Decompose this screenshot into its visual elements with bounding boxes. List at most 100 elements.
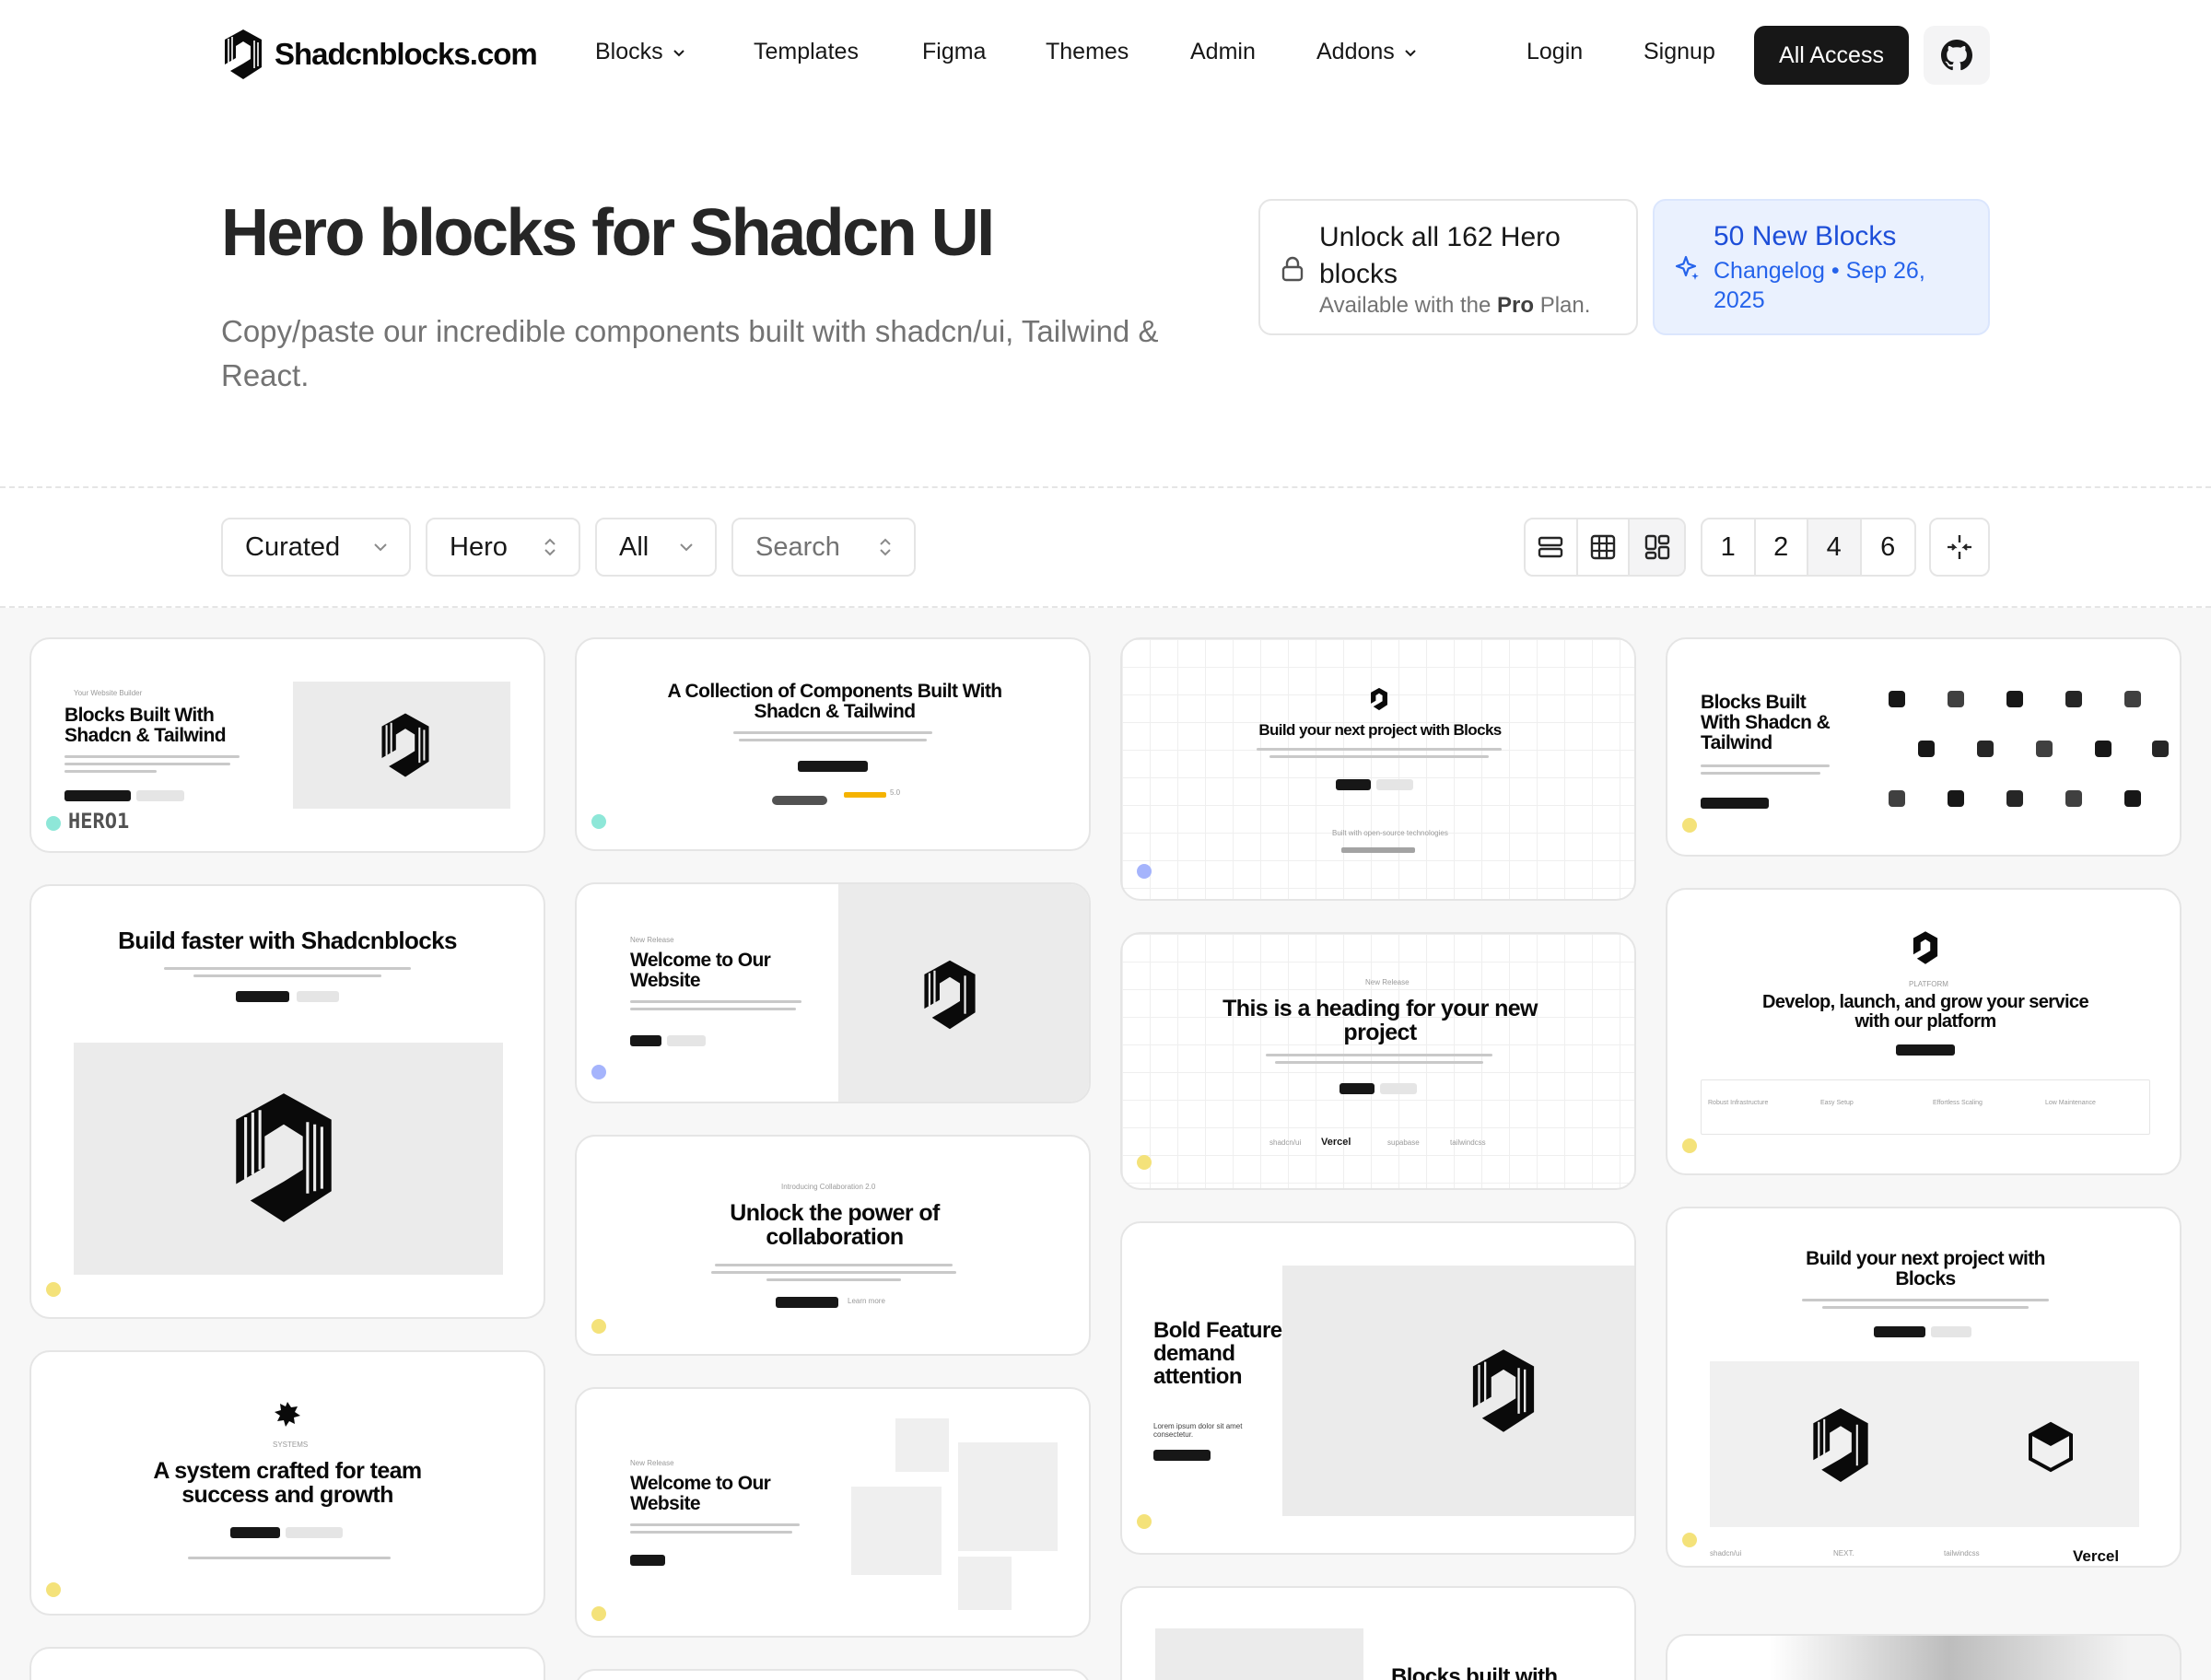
all-access-button[interactable]: All Access [1754, 26, 1909, 85]
logo-icon [924, 960, 976, 1030]
category-select[interactable]: Hero [426, 518, 580, 577]
card-secondary-button [1380, 1083, 1417, 1094]
block-card[interactable]: Blocks built with [1120, 1586, 1636, 1680]
unlock-pro-card[interactable]: Unlock all 162 Hero blocks Available wit… [1258, 199, 1638, 335]
type-select-value: All [619, 531, 649, 562]
card-heading: Welcome to Our Website [630, 950, 771, 992]
logo-icon [1472, 1349, 1535, 1432]
card-text-line [64, 763, 230, 765]
block-card[interactable]: PLATFORM Develop, launch, and grow your … [1666, 888, 2182, 1175]
layout-grid-button[interactable] [1578, 519, 1631, 575]
sort-select[interactable]: Curated [221, 518, 411, 577]
block-card[interactable]: SYSTEMS A system crafted for team succes… [29, 1350, 545, 1616]
block-card[interactable] [575, 1669, 1091, 1680]
card-heading: Build faster with Shadcnblocks [118, 927, 457, 954]
columns-6-button[interactable]: 6 [1862, 519, 1914, 575]
block-card[interactable]: Build your next project with Blocks Buil… [1120, 637, 1636, 901]
card-primary-button [630, 1555, 665, 1566]
status-dot [591, 814, 606, 829]
nav-admin-label: Admin [1190, 39, 1256, 64]
card-secondary-button [1376, 779, 1413, 790]
card-image-tile [851, 1487, 942, 1575]
new-blocks-title: 50 New Blocks [1714, 221, 1897, 251]
logo-text: Shadcnblocks.com [275, 37, 538, 71]
card-primary-button [1701, 798, 1769, 809]
login-link[interactable]: Login [1527, 39, 1583, 65]
block-card[interactable] [29, 1647, 545, 1680]
block-card[interactable]: New Release Welcome to Our Website [575, 882, 1091, 1103]
card-badge: Introducing Collaboration 2.0 [781, 1183, 876, 1191]
nav-addons[interactable]: Addons [1316, 39, 1419, 65]
signup-link[interactable]: Signup [1644, 39, 1715, 65]
nav-figma[interactable]: Figma [922, 39, 986, 65]
block-card[interactable] [1666, 1634, 2182, 1680]
new-blocks-card[interactable]: 50 New Blocks Changelog • Sep 26, 2025 [1653, 199, 1990, 335]
status-dot [1137, 1155, 1152, 1170]
unlock-title: Unlock all 162 Hero blocks [1319, 222, 1561, 289]
card-heading: Blocks built with [1391, 1664, 1558, 1680]
block-card[interactable]: Build your next project with Blocks shad… [1666, 1207, 2182, 1568]
chevron-down-icon [1405, 49, 1416, 56]
card-logo-text: supabase [1387, 1138, 1420, 1147]
card-primary-button [776, 1297, 838, 1308]
card-rating-stars [844, 792, 886, 798]
logo-icon [225, 29, 262, 79]
card-primary-button [630, 1035, 661, 1046]
card-text-line [1266, 1054, 1492, 1056]
search-combobox[interactable]: Search [731, 518, 916, 577]
block-card-hero1[interactable]: Your Website Builder Blocks Built With S… [29, 637, 545, 853]
type-select[interactable]: All [595, 518, 717, 577]
card-secondary-button [1931, 1326, 1971, 1337]
card-text-line [1701, 772, 1820, 775]
card-eyebrow: New Release [630, 936, 674, 944]
chevron-down-icon [680, 543, 693, 552]
card-logo-text: shadcn/ui [1269, 1138, 1302, 1147]
layout-large-grid-button[interactable] [1630, 519, 1684, 575]
card-feature: Effortless Scaling [1933, 1100, 1983, 1106]
card-text-line [1269, 755, 1489, 758]
nav-themes[interactable]: Themes [1046, 39, 1129, 65]
changelog-link[interactable]: Changelog • Sep 26, 2025 [1714, 256, 1971, 315]
block-card[interactable]: New Release Welcome to Our Website [575, 1387, 1091, 1638]
columns-4-button[interactable]: 4 [1808, 519, 1862, 575]
card-tech-logos [1341, 847, 1415, 853]
card-icon-grid-item [2065, 691, 2082, 707]
card-secondary-button [136, 790, 184, 801]
card-heading: Blocks Built With Shadcn & Tailwind [64, 705, 227, 747]
block-card[interactable]: Blocks Built With Shadcn & Tailwind [1666, 637, 2182, 857]
card-text-line [1822, 1306, 2029, 1309]
card-text-line [64, 755, 240, 758]
nav-blocks[interactable]: Blocks [595, 39, 687, 65]
search-placeholder: Search [755, 531, 840, 562]
card-text-line [715, 1264, 953, 1266]
status-dot [1137, 864, 1152, 879]
card-badge: Your Website Builder [74, 689, 143, 697]
block-card[interactable]: Build faster with Shadcnblocks [29, 884, 545, 1319]
card-text-line [630, 1000, 801, 1003]
site-logo[interactable]: Shadcnblocks.com [221, 28, 538, 81]
card-text-line [711, 1271, 956, 1274]
github-button[interactable] [1924, 26, 1990, 85]
nav-admin[interactable]: Admin [1190, 39, 1256, 65]
card-logo-text: Vercel [2073, 1547, 2120, 1565]
columns-1-button[interactable]: 1 [1702, 519, 1756, 575]
card-feature: Low Maintenance [2045, 1100, 2096, 1106]
block-card[interactable]: Introducing Collaboration 2.0 Unlock the… [575, 1135, 1091, 1356]
layout-toggle-group [1524, 518, 1686, 577]
collapse-button[interactable] [1929, 518, 1990, 577]
columns-2-button[interactable]: 2 [1756, 519, 1808, 575]
logo-icon [1913, 931, 1938, 964]
block-card[interactable]: A Collection of Components Built With Sh… [575, 637, 1091, 851]
card-text-line [164, 967, 411, 970]
nav-templates[interactable]: Templates [754, 39, 859, 65]
card-icon-grid-item [1948, 691, 1964, 707]
card-primary-button [230, 1527, 280, 1538]
card-primary-button [1874, 1326, 1925, 1337]
block-card[interactable]: New Release This is a heading for your n… [1120, 932, 1636, 1190]
layout-list-button[interactable] [1526, 519, 1578, 575]
block-card[interactable]: Bold Features demand attention Lorem ips… [1120, 1221, 1636, 1555]
sort-select-value: Curated [245, 531, 341, 562]
card-image [1155, 1628, 1363, 1680]
card-feature-line [188, 1557, 391, 1559]
card-icon-grid-item [2036, 741, 2053, 757]
